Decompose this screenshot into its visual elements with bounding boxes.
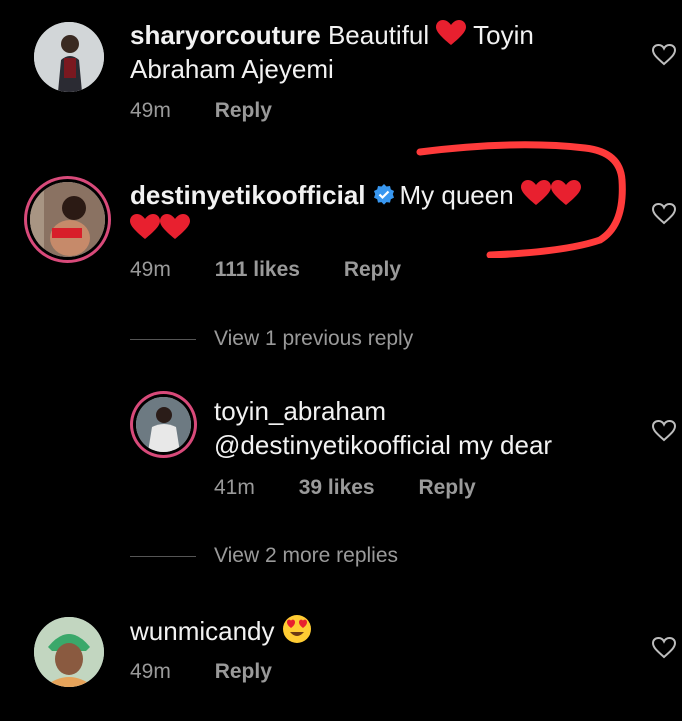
comment-body: Beautiful [327,20,430,50]
comment-meta: 49m 111 likes Reply [130,258,439,282]
timestamp: 41m [214,476,255,499]
avatar-destinyetikoofficial[interactable] [30,182,105,257]
comment-meta: 49m Reply [130,99,310,123]
comment-text: wunmicandy [130,614,570,648]
likes-count[interactable]: 39 likes [299,476,375,500]
reply-button[interactable]: Reply [344,258,401,282]
comment-text: sharyorcouture Beautiful Toyin Abraham A… [130,18,570,86]
avatar-photo [30,182,105,257]
heart-outline-icon[interactable] [652,44,676,66]
username[interactable]: toyin_abraham [214,396,386,426]
comment-text: toyin_abraham @destinyetikoofficial my d… [214,394,634,462]
avatar-photo [34,22,104,92]
comment-body: my dear [458,430,553,460]
reply-button[interactable]: Reply [215,99,272,123]
heart-emoji-icon [160,214,190,239]
avatar-photo [136,397,191,452]
heart-outline-icon[interactable] [652,203,676,225]
heart-emoji-icon [436,20,467,45]
mention-link[interactable]: @destinyetikoofficial [214,430,451,460]
avatar-sharyorcouture[interactable] [34,22,104,92]
comment-meta: 49m Reply [130,660,310,684]
reply-button[interactable]: Reply [418,476,475,500]
divider-line [130,339,196,340]
username[interactable]: wunmicandy [130,616,275,646]
reply-button[interactable]: Reply [215,660,272,684]
verified-badge-icon [373,184,394,205]
avatar-toyin-abraham[interactable] [136,397,191,452]
timestamp: 49m [130,99,171,122]
timestamp: 49m [130,660,171,683]
heart-outline-icon[interactable] [652,637,676,659]
likes-count[interactable]: 111 likes [215,258,300,282]
heart-emoji-icon [130,214,160,239]
divider-line [130,556,196,557]
view-previous-replies[interactable]: View 1 previous reply [214,327,413,351]
comment-meta: 41m 39 likes Reply [214,476,514,500]
avatar-photo [34,617,104,687]
annotation-highlight [416,141,626,258]
username[interactable]: destinyetikoofficial [130,180,366,210]
view-more-replies[interactable]: View 2 more replies [214,544,398,568]
avatar-wunmicandy[interactable] [34,617,104,687]
heart-eyes-emoji-icon [282,615,311,643]
timestamp: 49m [130,258,171,281]
heart-outline-icon[interactable] [652,420,676,442]
username[interactable]: sharyorcouture [130,20,321,50]
